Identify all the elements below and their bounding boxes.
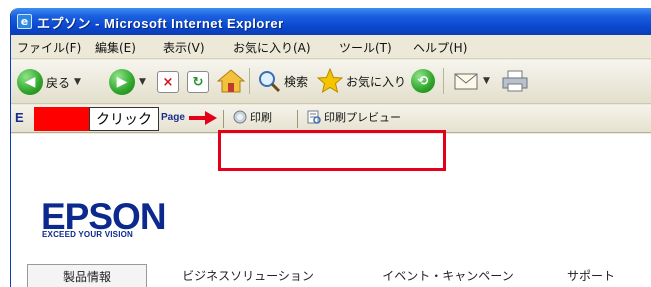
window-title: エプソン - Microsoft Internet Explorer	[37, 16, 284, 31]
print-preview-label: 印刷プレビュー	[324, 111, 401, 124]
forward-arrow-icon: ▶	[109, 69, 135, 95]
chevron-down-icon: ▼	[483, 76, 490, 86]
forward-button[interactable]: ▶ ▼	[109, 69, 146, 95]
stop-button[interactable]: ×	[157, 71, 179, 93]
refresh-button[interactable]: ↻	[187, 71, 209, 93]
callout-marker	[34, 107, 89, 131]
print-buttons-highlight	[218, 130, 446, 171]
home-button[interactable]	[217, 68, 245, 94]
nav-business-solutions[interactable]: ビジネスソリューション	[163, 264, 333, 287]
mail-icon	[454, 73, 478, 90]
menu-bar: ファイル(F) 編集(E) 表示(V) お気に入り(A) ツール(T) ヘルプ(…	[11, 35, 651, 59]
print-label: 印刷	[250, 111, 272, 124]
toolbar-separator	[223, 110, 224, 128]
ie-page-icon: e	[17, 14, 32, 29]
menu-view[interactable]: 表示(V)	[163, 39, 205, 56]
toolbar-separator	[297, 110, 298, 128]
stop-icon: ×	[157, 71, 179, 93]
home-icon	[217, 69, 245, 93]
menu-favorites[interactable]: お気に入り(A)	[233, 39, 311, 56]
toolbar-prefix-text: E	[15, 110, 24, 125]
standard-toolbar: ◀ 戻る ▼ ▶ ▼ × ↻ 検索 お気に入り ⟲ ▼	[11, 60, 651, 104]
search-button[interactable]: 検索	[257, 69, 308, 93]
back-arrow-icon: ◀	[17, 69, 43, 95]
nav-events-campaigns[interactable]: イベント・キャンペーン	[363, 264, 533, 287]
print-preview-button[interactable]: 印刷プレビュー	[307, 109, 401, 125]
search-icon	[259, 71, 281, 93]
print-toolbar: E クリック Page 印刷 印刷プレビュー	[11, 105, 651, 133]
history-icon: ⟲	[411, 69, 435, 93]
refresh-icon: ↻	[187, 71, 209, 93]
favorites-label: お気に入り	[346, 74, 407, 89]
print-preview-icon	[307, 110, 321, 124]
chevron-down-icon: ▼	[74, 77, 81, 87]
back-label: 戻る	[46, 75, 71, 90]
printer-icon	[502, 70, 528, 92]
chevron-down-icon: ▼	[139, 77, 146, 87]
back-button[interactable]: ◀ 戻る ▼	[17, 69, 81, 95]
menu-file[interactable]: ファイル(F)	[17, 39, 81, 56]
site-nav: 製品情報 ビジネスソリューション イベント・キャンペーン サポート	[27, 264, 651, 287]
arrow-right-icon	[189, 111, 217, 125]
title-bar[interactable]: e エプソン - Microsoft Internet Explorer	[11, 8, 651, 35]
search-label: 検索	[284, 74, 309, 89]
favorites-button[interactable]: お気に入り	[317, 68, 406, 94]
toolbar-separator	[443, 68, 444, 94]
history-button[interactable]: ⟲	[411, 69, 435, 93]
menu-edit[interactable]: 編集(E)	[95, 39, 136, 56]
print-toolbar-button[interactable]	[501, 69, 529, 93]
menu-help[interactable]: ヘルプ(H)	[413, 39, 467, 56]
toolbar-separator	[249, 68, 250, 94]
logo-tagline: EXCEED YOUR VISION	[42, 230, 134, 239]
print-icon	[233, 110, 247, 124]
star-icon	[317, 68, 343, 94]
click-callout: クリック	[89, 107, 159, 131]
page-label: Page	[161, 112, 185, 123]
nav-support[interactable]: サポート	[567, 264, 651, 287]
mail-button[interactable]: ▼	[453, 69, 490, 93]
nav-products[interactable]: 製品情報	[27, 264, 147, 287]
menu-tools[interactable]: ツール(T)	[339, 39, 392, 56]
print-button[interactable]: 印刷	[233, 109, 272, 125]
